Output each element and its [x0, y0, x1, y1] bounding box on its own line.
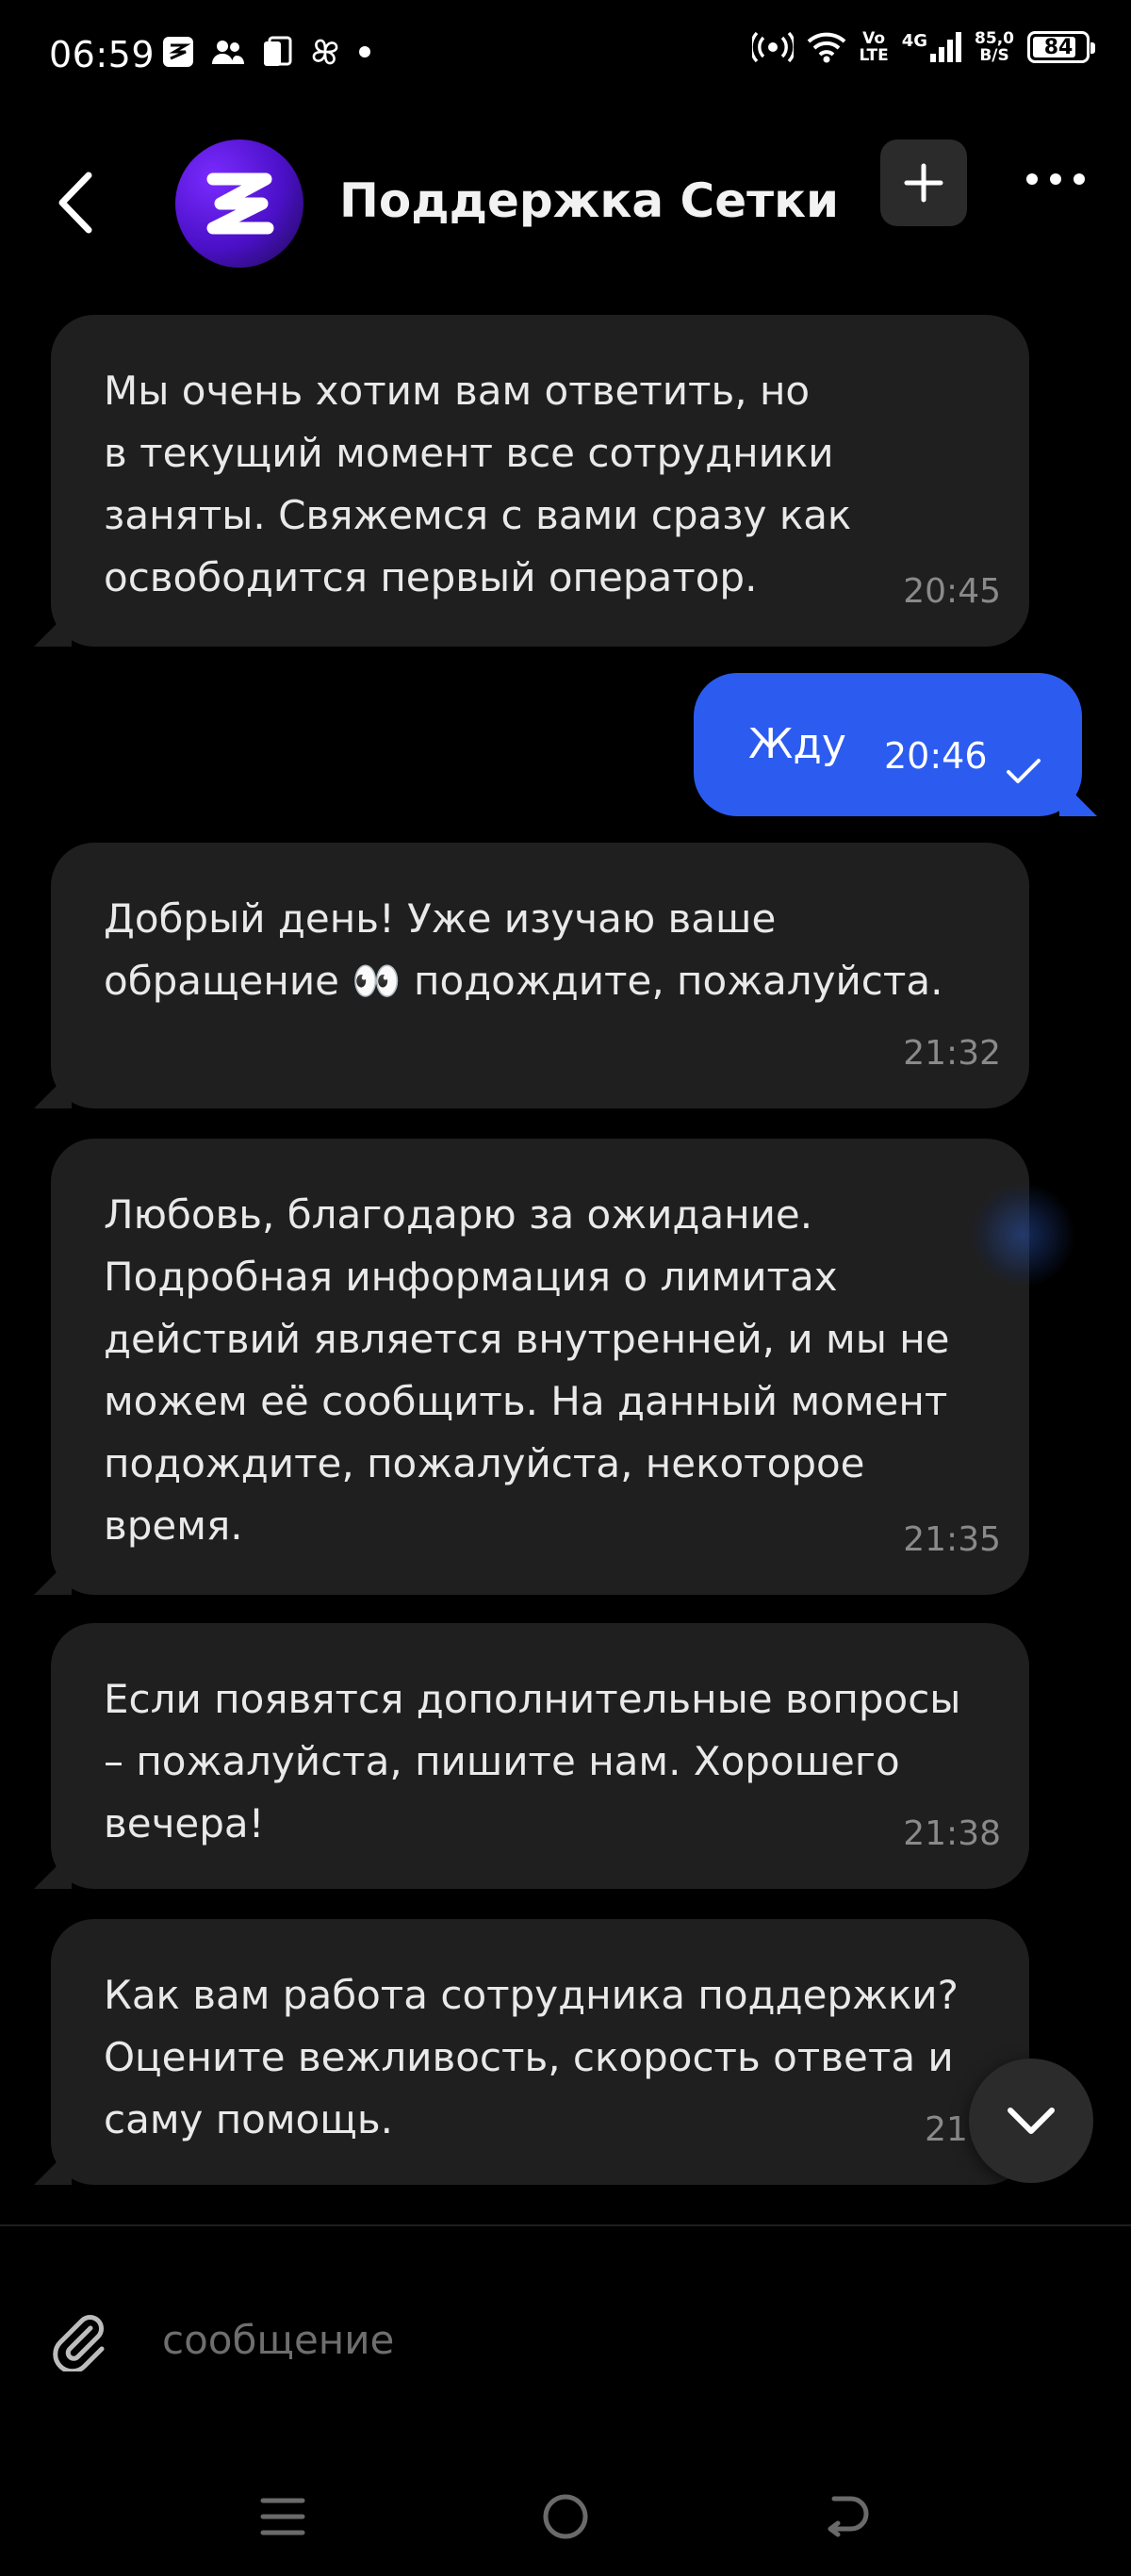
cellular-indicator: 4G	[901, 31, 962, 63]
app-notification-icon	[162, 36, 194, 68]
volte-indicator: Vo LTE	[860, 30, 889, 64]
chevron-left-icon	[58, 172, 92, 234]
back-nav-button[interactable]	[811, 2479, 886, 2554]
home-button[interactable]	[528, 2479, 603, 2554]
dot-icon	[358, 45, 371, 58]
paperclip-icon	[53, 2315, 105, 2371]
contacts-icon	[211, 38, 245, 66]
message-text: Добрый день! Уже изучаю ваше обращение 👀…	[104, 895, 943, 1004]
plus-icon	[904, 163, 943, 203]
message-composer	[0, 2224, 1131, 2415]
network-type: 4G	[901, 31, 928, 51]
volte-top: Vo	[862, 29, 886, 48]
touch-indicator	[971, 1183, 1074, 1287]
message-incoming[interactable]: Любовь, благодарю за ожидание. Подробная…	[51, 1139, 1029, 1595]
back-arrow-icon	[828, 2496, 869, 2537]
setka-logo-icon	[206, 172, 274, 235]
message-time: 21:32	[903, 1034, 1001, 1073]
signal-icon	[930, 32, 962, 62]
message-text: Если появятся дополнительные вопросы – п…	[104, 1676, 961, 1846]
battery-icon: 84	[1027, 31, 1095, 63]
chevron-down-icon	[1008, 2108, 1055, 2134]
message-incoming[interactable]: Если появятся дополнительные вопросы – п…	[51, 1623, 1029, 1889]
more-options-button[interactable]	[1018, 151, 1093, 207]
chat-title[interactable]: Поддержка Сетки	[339, 173, 839, 228]
chat-header: Поддержка Сетки	[0, 132, 1131, 273]
hotspot-icon	[751, 31, 794, 63]
status-time: 06:59	[49, 34, 156, 75]
message-time: 20:45	[903, 572, 1001, 611]
notification-icons	[162, 36, 371, 68]
pinwheel-icon	[309, 36, 341, 68]
net-speed: 85,0 B/S	[975, 30, 1014, 64]
message-text: Жду	[748, 720, 846, 768]
message-time: 20:46	[884, 735, 988, 777]
battery-level: 84	[1043, 35, 1074, 59]
avatar[interactable]	[175, 139, 303, 268]
cards-icon	[262, 36, 292, 68]
message-time: 21:38	[903, 1814, 1001, 1853]
home-circle-icon	[543, 2494, 588, 2539]
message-list[interactable]: Мы очень хотим вам ответить, но в текущи…	[0, 311, 1131, 2196]
net-speed-value: 85,0	[975, 29, 1014, 48]
message-incoming[interactable]: Добрый день! Уже изучаю ваше обращение 👀…	[51, 843, 1029, 1108]
net-speed-unit: B/S	[979, 46, 1009, 65]
message-outgoing[interactable]: Жду 20:46	[694, 673, 1082, 816]
scroll-to-bottom-button[interactable]	[969, 2059, 1093, 2183]
message-incoming[interactable]: Как вам работа сотрудника поддержки? Оце…	[51, 1919, 1029, 2185]
more-dots-icon	[1026, 173, 1085, 185]
message-text: Как вам работа сотрудника поддержки? Оце…	[104, 1972, 959, 2142]
message-text: Любовь, благодарю за ожидание. Подробная…	[104, 1191, 950, 1549]
message-time: 21:35	[903, 1520, 1001, 1559]
system-nav-bar	[0, 2451, 1131, 2576]
status-right: Vo LTE 4G 85,0 B/S 84	[751, 30, 1095, 64]
message-incoming[interactable]: Мы очень хотим вам ответить, но в текущи…	[51, 315, 1029, 647]
wifi-icon	[807, 31, 846, 63]
recent-apps-button[interactable]	[245, 2479, 320, 2554]
sent-check-icon	[1005, 741, 1042, 803]
back-button[interactable]	[47, 170, 104, 236]
status-bar: 06:59 Vo LTE 4G 85,0 B/S 84	[0, 0, 1131, 113]
menu-icon	[260, 2498, 305, 2535]
message-input[interactable]	[160, 2305, 1012, 2373]
volte-bottom: LTE	[859, 46, 889, 65]
attach-button[interactable]	[41, 2304, 117, 2379]
add-button[interactable]	[880, 139, 967, 226]
message-text: Мы очень хотим вам ответить, но в текущи…	[104, 368, 852, 600]
